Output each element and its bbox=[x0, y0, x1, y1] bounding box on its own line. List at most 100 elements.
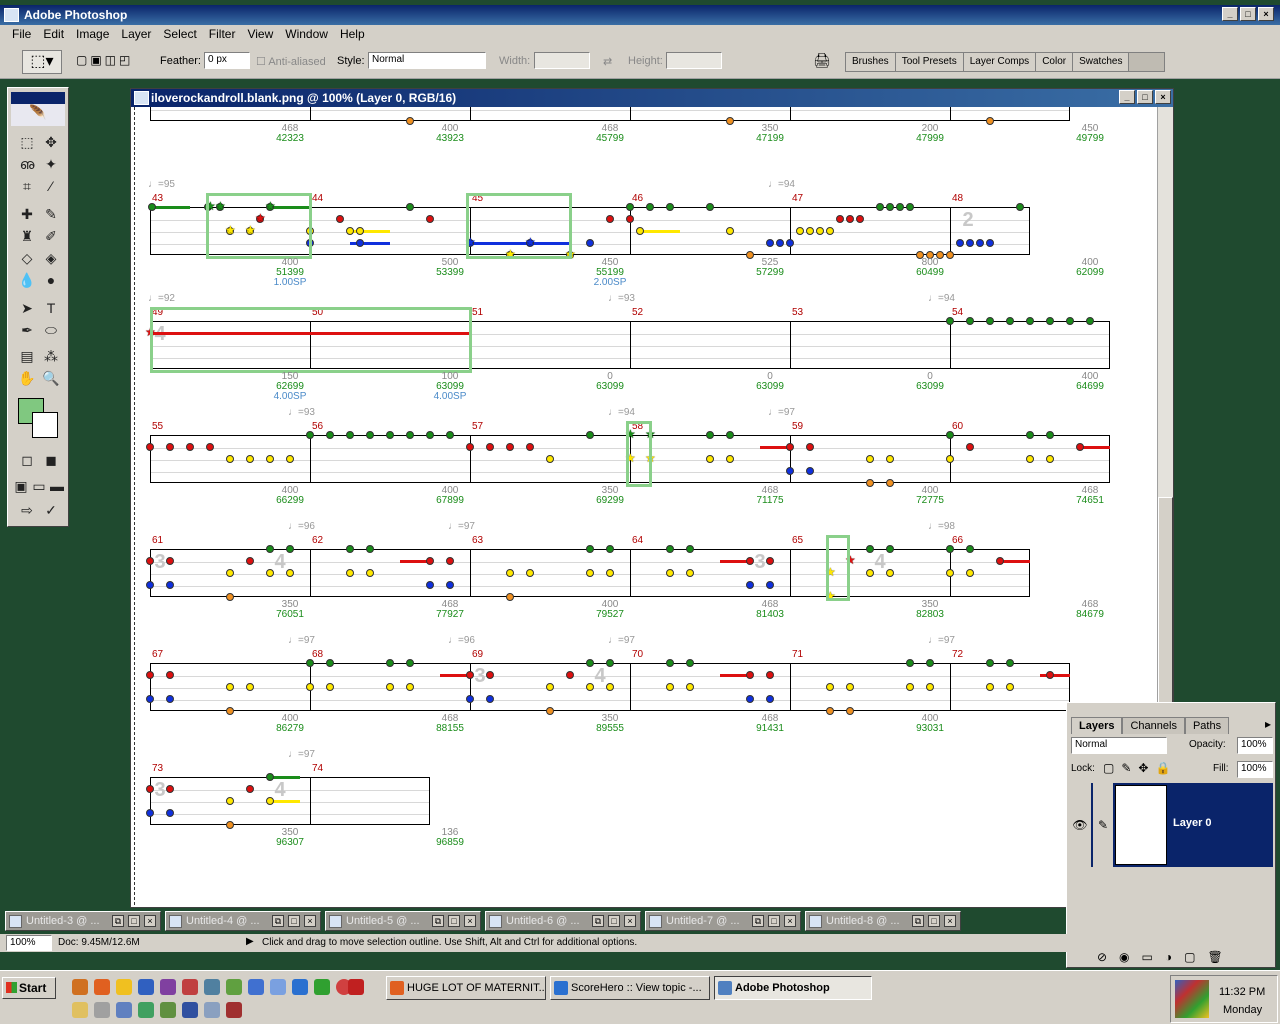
quickmask-mode-icon[interactable]: ◼ bbox=[40, 450, 62, 470]
magic-wand-icon[interactable]: ✦ bbox=[40, 154, 62, 174]
slice-tool-icon[interactable]: ⁄ bbox=[40, 176, 62, 196]
layer-link-icon[interactable]: ✎ bbox=[1093, 783, 1113, 867]
doc-tab-5[interactable]: Untitled-5 @ ... ⧉ □ × bbox=[325, 911, 481, 931]
quicklaunch-icon-9[interactable] bbox=[248, 979, 264, 995]
doc-close-button[interactable]: × bbox=[1155, 90, 1171, 104]
menu-filter[interactable]: Filter bbox=[203, 25, 242, 44]
tray-icons[interactable] bbox=[1175, 980, 1209, 1018]
doc-minimize-button[interactable]: _ bbox=[1119, 90, 1135, 104]
tab-layers[interactable]: Layers bbox=[1071, 717, 1123, 734]
antialias-checkbox[interactable]: ☐ Anti-aliased bbox=[256, 55, 326, 68]
maximize-icon[interactable]: □ bbox=[608, 915, 620, 927]
quicklaunch-icon-18[interactable] bbox=[138, 1002, 154, 1018]
well-tab-swatches[interactable]: Swatches bbox=[1073, 53, 1130, 71]
marquee-preset-icon[interactable]: ⬚▾ bbox=[22, 50, 62, 74]
maximize-button[interactable]: □ bbox=[1240, 7, 1256, 21]
lock-icons[interactable]: ▢✎✥🔒 bbox=[1103, 761, 1177, 775]
hand-tool-icon[interactable]: ✋ bbox=[16, 368, 38, 388]
doc-maximize-button[interactable]: □ bbox=[1137, 90, 1153, 104]
firefox-icon[interactable] bbox=[94, 979, 110, 995]
style-select[interactable]: Normal bbox=[368, 52, 486, 69]
marquee-tool-icon[interactable]: ⬚ bbox=[16, 132, 38, 152]
maximize-icon[interactable]: □ bbox=[128, 915, 140, 927]
menu-image[interactable]: Image bbox=[70, 25, 115, 44]
background-color-swatch[interactable] bbox=[32, 412, 58, 438]
quicklaunch-icon-19[interactable] bbox=[160, 1002, 176, 1018]
clock-time[interactable]: 11:32 PM bbox=[1219, 986, 1265, 998]
tab-paths[interactable]: Paths bbox=[1184, 717, 1230, 734]
panel-menu-icon[interactable]: ▸ bbox=[1265, 717, 1271, 731]
ellipse-tool-icon[interactable]: ⬭ bbox=[40, 320, 62, 340]
layer-name[interactable]: Layer 0 bbox=[1173, 817, 1212, 829]
quicklaunch-icon-5[interactable] bbox=[160, 979, 176, 995]
quicklaunch-icon-7[interactable] bbox=[204, 979, 220, 995]
well-tab-tool-presets[interactable]: Tool Presets bbox=[895, 53, 964, 71]
close-icon[interactable]: × bbox=[944, 915, 956, 927]
guitar-icon[interactable] bbox=[226, 1002, 242, 1018]
well-tab-layer-comps[interactable]: Layer Comps bbox=[963, 53, 1037, 71]
ie-icon[interactable] bbox=[292, 979, 308, 995]
clone-stamp-icon[interactable]: ♜ bbox=[16, 226, 38, 246]
well-tab-brushes[interactable]: Brushes bbox=[846, 53, 896, 71]
minimize-button[interactable]: _ bbox=[1222, 7, 1238, 21]
quicklaunch-icon-1[interactable] bbox=[72, 979, 88, 995]
eraser-tool-icon[interactable]: ◇ bbox=[16, 248, 38, 268]
swap-icon[interactable]: ⇄ bbox=[603, 55, 612, 68]
layer-row[interactable]: 👁 ✎ Layer 0 bbox=[1069, 783, 1273, 867]
selection-mode-icons[interactable]: ▢▣◫◰ bbox=[76, 53, 140, 69]
close-icon[interactable]: × bbox=[304, 915, 316, 927]
move-tool-icon[interactable]: ✥ bbox=[40, 132, 62, 152]
menu-edit[interactable]: Edit bbox=[37, 25, 70, 44]
fill-input[interactable]: 100% bbox=[1237, 761, 1273, 778]
well-tab-color[interactable]: Color bbox=[1036, 53, 1074, 71]
doc-tab-6[interactable]: Untitled-6 @ ... ⧉ □ × bbox=[485, 911, 641, 931]
doc-tab-4[interactable]: Untitled-4 @ ... ⧉ □ × bbox=[165, 911, 321, 931]
pen-tool-icon[interactable]: ✒ bbox=[16, 320, 38, 340]
standard-mode-icon[interactable]: ◻ bbox=[16, 450, 38, 470]
notes-tool-icon[interactable]: ▤ bbox=[16, 346, 38, 366]
history-brush-icon[interactable]: ✐ bbox=[40, 226, 62, 246]
doc-size[interactable]: Doc: 9.45M/12.6M bbox=[58, 937, 140, 948]
healing-brush-icon[interactable]: ✚ bbox=[16, 204, 38, 224]
quicklaunch-icon-17[interactable] bbox=[116, 1002, 132, 1018]
quicklaunch-icon-21[interactable] bbox=[204, 1002, 220, 1018]
image-canvas[interactable]: 468 42323 400 43923 468 45799 350 47199 200 47999… bbox=[134, 107, 1156, 905]
restore-icon[interactable]: ⧉ bbox=[592, 915, 604, 927]
menu-select[interactable]: Select bbox=[157, 25, 202, 44]
edit-icon[interactable]: ✓ bbox=[40, 500, 62, 520]
restore-icon[interactable]: ⧉ bbox=[272, 915, 284, 927]
layer-actions-icons[interactable]: ⊘◉▭◑▢🗑 bbox=[1097, 950, 1235, 964]
type-tool-icon[interactable]: T bbox=[40, 298, 62, 318]
opacity-input[interactable]: 100% bbox=[1237, 737, 1273, 754]
task-photoshop[interactable]: Adobe Photoshop bbox=[714, 976, 872, 1000]
menu-window[interactable]: Window bbox=[279, 25, 334, 44]
quicklaunch-icon-8[interactable] bbox=[226, 979, 242, 995]
zoom-tool-icon[interactable]: 🔍 bbox=[40, 368, 62, 388]
restore-icon[interactable]: ⧉ bbox=[432, 915, 444, 927]
quicklaunch-icon-12[interactable] bbox=[314, 979, 330, 995]
dodge-tool-icon[interactable]: ● bbox=[40, 270, 62, 290]
task-scorehero[interactable]: ScoreHero :: View topic -... bbox=[550, 976, 710, 1000]
folder-icon[interactable] bbox=[72, 1002, 88, 1018]
eyedropper-icon[interactable]: ⁂ bbox=[40, 346, 62, 366]
screen-mode-3-icon[interactable]: ▬ bbox=[46, 476, 68, 496]
maximize-icon[interactable]: □ bbox=[448, 915, 460, 927]
jump-to-imageready-icon[interactable]: ⇨ bbox=[16, 500, 38, 520]
quicklaunch-icon-10[interactable] bbox=[270, 979, 286, 995]
quicklaunch-icon-6[interactable] bbox=[182, 979, 198, 995]
restore-icon[interactable]: ⧉ bbox=[112, 915, 124, 927]
path-selection-icon[interactable]: ➤ bbox=[16, 298, 38, 318]
menu-layer[interactable]: Layer bbox=[115, 25, 157, 44]
feather-input[interactable]: 0 px bbox=[204, 52, 250, 69]
quicklaunch-icon-20[interactable] bbox=[182, 1002, 198, 1018]
doc-tab-8[interactable]: Untitled-8 @ ... ⧉ □ × bbox=[805, 911, 961, 931]
brush-tool-icon[interactable]: ✎ bbox=[40, 204, 62, 224]
blur-tool-icon[interactable]: 💧 bbox=[16, 270, 38, 290]
tab-channels[interactable]: Channels bbox=[1122, 717, 1185, 734]
doc-tab-7[interactable]: Untitled-7 @ ... ⧉ □ × bbox=[645, 911, 801, 931]
zoom-field[interactable]: 100% bbox=[6, 935, 52, 951]
close-button[interactable]: × bbox=[1258, 7, 1274, 21]
task-firefox[interactable]: HUGE LOT OF MATERNIT... bbox=[386, 976, 546, 1000]
close-icon[interactable]: × bbox=[464, 915, 476, 927]
close-icon[interactable]: × bbox=[784, 915, 796, 927]
